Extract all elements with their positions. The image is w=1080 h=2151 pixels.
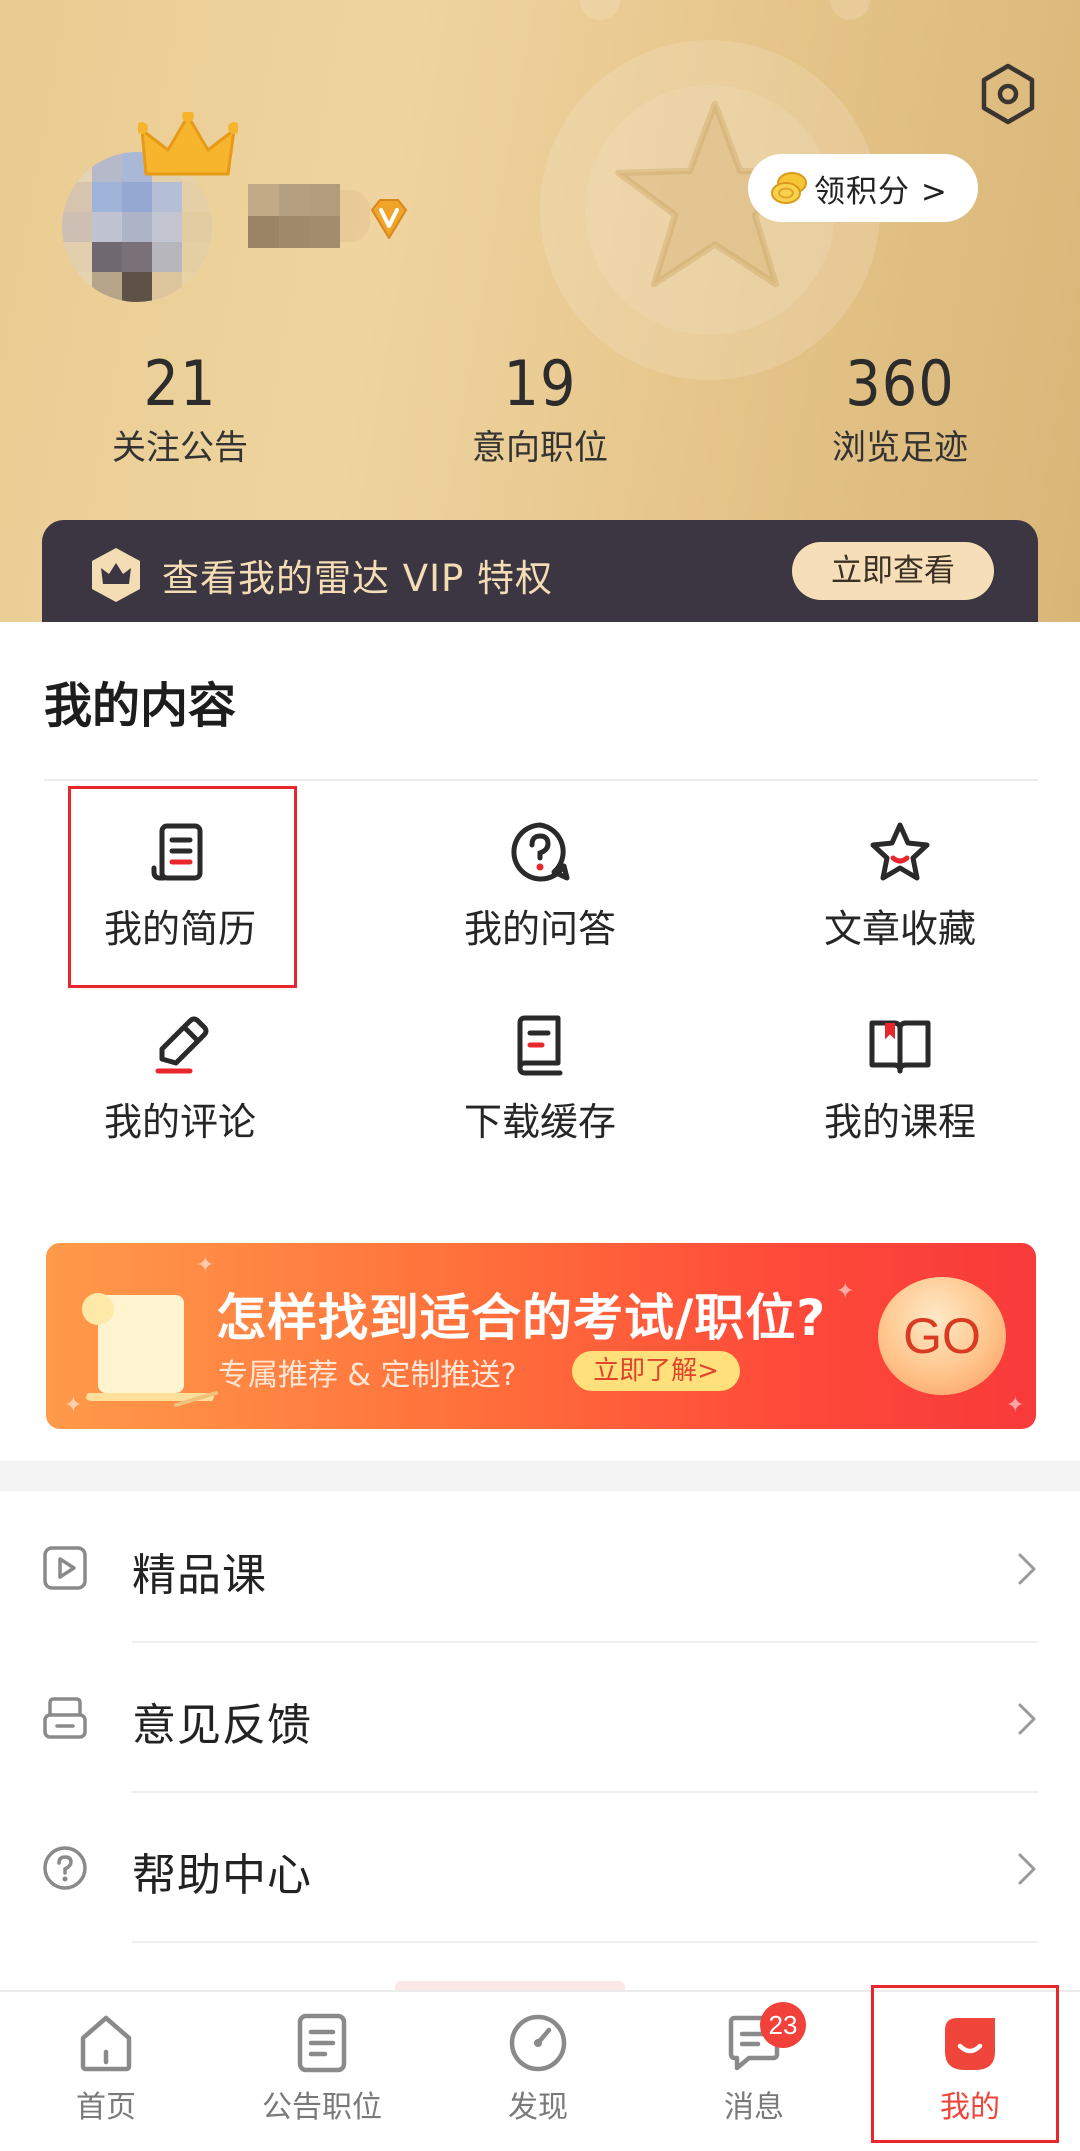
exam-recommendation-banner[interactable]: ✦ ✦ ✦ ✦ 怎样找到适合的考试/职位? 专属推荐 & 定制推送? 立即了解>… [46,1243,1036,1429]
stat-value: 21 [143,347,217,420]
sparkle-icon: ✦ [836,1279,855,1304]
stat-intended-positions[interactable]: 19 意向职位 [430,346,650,472]
stat-label: 意向职位 [472,428,608,468]
compass-icon [509,2014,567,2072]
scroll-icon [82,1293,218,1407]
nav-tab-home[interactable]: 首页 [6,1992,206,2142]
settings-icon[interactable] [978,62,1038,126]
section-divider [44,779,1038,781]
menu-item-feedback[interactable]: 意见反馈 [0,1643,1080,1793]
menu-divider [132,1941,1038,1943]
grid-item-my-comments[interactable]: 我的评论 [60,1013,300,1153]
grid-item-my-courses[interactable]: 我的课程 [780,1013,1020,1153]
stat-value: 19 [503,347,577,420]
nav-tab-label: 发现 [508,2090,568,2125]
grid-item-label: 我的评论 [103,1100,256,1144]
sparkle-icon: ✦ [196,1253,215,1278]
banner-subtitle: 专属推荐 & 定制推送? [218,1358,517,1393]
view-now-button[interactable]: 立即查看 [792,542,994,600]
unread-badge: 23 [760,2002,806,2048]
avatar-container[interactable] [62,112,238,312]
nav-tab-messages[interactable]: 23 消息 [654,1992,854,2142]
username-blurred [248,184,340,248]
document-icon [297,2013,347,2073]
sparkle-icon: ✦ [1006,1393,1025,1418]
chevron-right-icon [1018,1553,1036,1585]
stat-label: 浏览足迹 [832,428,968,468]
nav-tab-discover[interactable]: 发现 [438,1992,638,2142]
grid-item-label: 下载缓存 [463,1100,616,1144]
vip-privilege-text: 查看我的雷达 VIP 特权 [162,557,554,600]
question-icon [511,822,570,882]
crown-icon [138,112,238,176]
nav-tab-label: 消息 [724,2090,784,2125]
grid-item-download-cache[interactable]: 下载缓存 [420,1013,660,1153]
earn-points-button[interactable]: 领积分 > [748,154,978,222]
grid-item-my-qa[interactable]: 我的问答 [420,820,660,960]
vip-privilege-bar[interactable]: 查看我的雷达 VIP 特权 立即查看 [42,520,1038,622]
home-icon [80,2015,132,2072]
menu-item-label: 意见反馈 [132,1700,312,1751]
nav-tab-label: 首页 [76,2090,136,2125]
star-icon [870,822,930,881]
vip-crown-icon [92,548,140,602]
inbox-icon [43,1697,87,1739]
username-tail [340,190,370,242]
open-book-icon [869,1020,931,1074]
chevron-right-icon [1018,1703,1036,1735]
highlight-my-resume [68,786,297,988]
stat-label: 关注公告 [112,428,248,468]
chevron-right-icon [1018,1853,1036,1885]
highlight-me-tab [871,1985,1059,2143]
pen-icon [155,1016,209,1074]
medal-ribbon-right [830,0,870,20]
stat-followed-notices[interactable]: 21 关注公告 [70,346,290,472]
nav-tab-notices-positions[interactable]: 公告职位 [222,1992,422,2142]
grid-item-label: 文章收藏 [823,907,976,951]
nav-tab-label: 公告职位 [262,2090,382,2125]
grid-item-label: 我的课程 [823,1100,976,1144]
medal-ribbon-left [580,0,620,20]
grid-item-label: 我的问答 [463,907,616,951]
menu-item-premium-courses[interactable]: 精品课 [0,1493,1080,1643]
play-icon [43,1546,87,1590]
menu-item-help-center[interactable]: 帮助中心 [0,1793,1080,1943]
grid-item-article-favorites[interactable]: 文章收藏 [780,820,1020,960]
menu-item-label: 精品课 [132,1550,267,1601]
earn-points-label: 领积分 > [814,173,948,210]
help-icon [43,1846,87,1890]
learn-more-pill[interactable]: 立即了解> [572,1351,740,1391]
section-title-my-content: 我的内容 [44,678,237,734]
section-gap [0,1461,1080,1491]
stat-value: 360 [845,347,955,420]
coin-icon [771,172,807,204]
menu-item-label: 帮助中心 [132,1850,312,1901]
download-book-icon [517,1015,563,1076]
profile-header: 领积分 > 21 关注公告 19 意向职位 360 浏览足迹 查看我的雷达 VI… [0,0,1080,622]
banner-title: 怎样找到适合的考试/职位? [216,1289,827,1347]
stat-browse-history[interactable]: 360 浏览足迹 [790,346,1010,472]
go-button[interactable]: GO [878,1277,1006,1395]
vip-diamond-icon [371,199,407,239]
